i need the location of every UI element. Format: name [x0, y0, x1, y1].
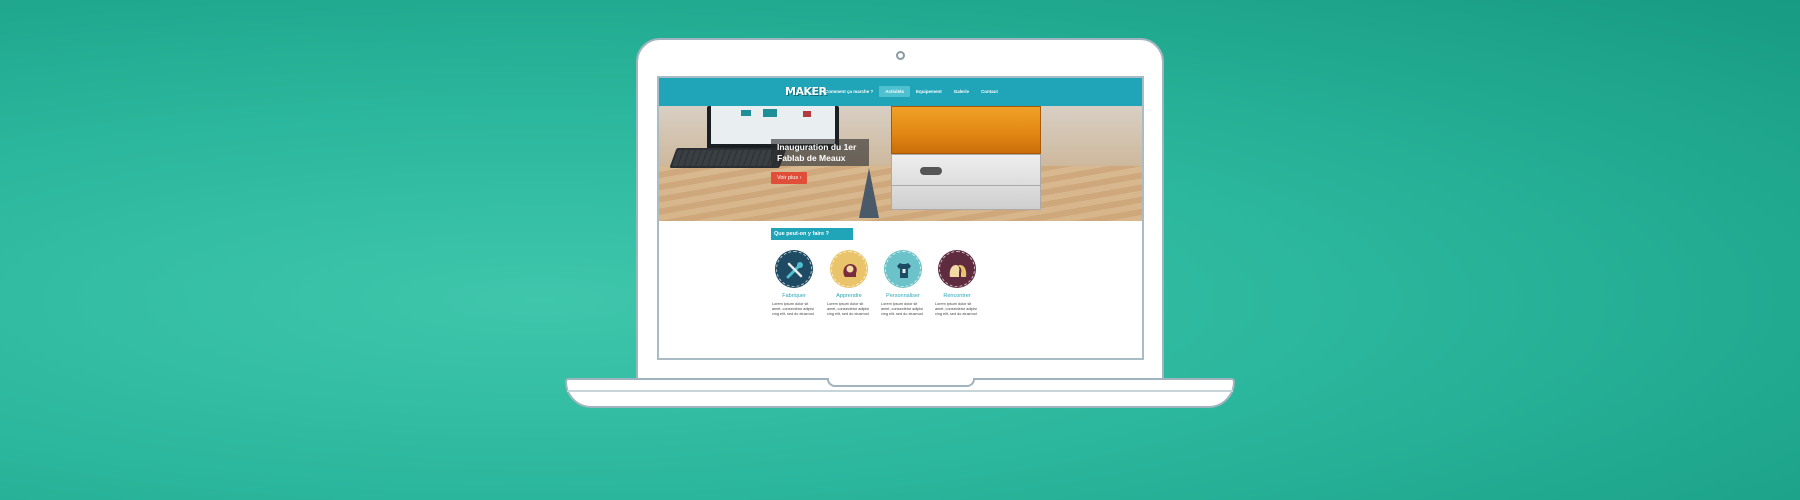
head-brain-icon — [831, 251, 867, 287]
hero-3d-printer — [891, 106, 1041, 216]
feature-fabriquer[interactable]: Fabriquer Lorem ipsum dolor sit amet, co… — [769, 251, 819, 317]
laptop-lid: MAKER Comment ça marche ? Activités Equi… — [636, 38, 1164, 390]
nav-item-equipement[interactable]: Equipement — [910, 86, 948, 97]
feature-rencontrer[interactable]: Rencontrer Lorem ipsum dolor sit amet, c… — [932, 251, 982, 317]
nav-item-contact[interactable]: Contact — [975, 86, 1004, 97]
tshirt-icon — [885, 251, 921, 287]
hero-keyboard — [669, 148, 787, 168]
feature-text: Lorem ipsum dolor sit amet, consectetur … — [881, 302, 923, 316]
feature-label: Personnaliser — [886, 293, 920, 299]
hero-banner: Inauguration du 1er Fablab de Meaux Voir… — [659, 106, 1142, 221]
hero-eiffel-model — [859, 168, 879, 218]
voir-plus-button[interactable]: Voir plus › — [771, 172, 808, 184]
nav-item-activites[interactable]: Activités — [879, 86, 911, 97]
nav-item-comment[interactable]: Comment ça marche ? — [819, 86, 879, 97]
feature-apprendre[interactable]: Apprendre Lorem ipsum dolor sit amet, co… — [824, 251, 874, 317]
feature-personnaliser[interactable]: Personnaliser Lorem ipsum dolor sit amet… — [878, 251, 928, 317]
tools-icon — [776, 251, 812, 287]
nav-menu: Comment ça marche ? Activités Equipement… — [819, 86, 1004, 97]
hero-caption: Inauguration du 1er Fablab de Meaux — [771, 139, 869, 166]
feature-label: Fabriquer — [782, 293, 806, 299]
laptop-notch — [827, 378, 975, 387]
hero-title-line2: Fablab de Meaux — [777, 152, 846, 163]
section-title: Que peut-on y faire ? — [771, 228, 853, 240]
laptop-screen: MAKER Comment ça marche ? Activités Equi… — [657, 76, 1144, 360]
feature-text: Lorem ipsum dolor sit amet, consectetur … — [827, 302, 869, 316]
laptop-base — [565, 378, 1235, 408]
feature-label: Rencontrer — [943, 293, 971, 299]
camera-icon — [896, 51, 905, 60]
feature-label: Apprendre — [836, 293, 862, 299]
feature-text: Lorem ipsum dolor sit amet, consectetur … — [772, 302, 814, 316]
nav-item-galerie[interactable]: Galerie — [948, 86, 975, 97]
feature-text: Lorem ipsum dolor sit amet, consectetur … — [935, 302, 977, 316]
hero-title-line1: Inauguration du 1er — [777, 142, 857, 152]
site-navbar: MAKER Comment ça marche ? Activités Equi… — [659, 78, 1142, 106]
people-icon — [939, 251, 975, 287]
features-row: Fabriquer Lorem ipsum dolor sit amet, co… — [769, 251, 989, 331]
